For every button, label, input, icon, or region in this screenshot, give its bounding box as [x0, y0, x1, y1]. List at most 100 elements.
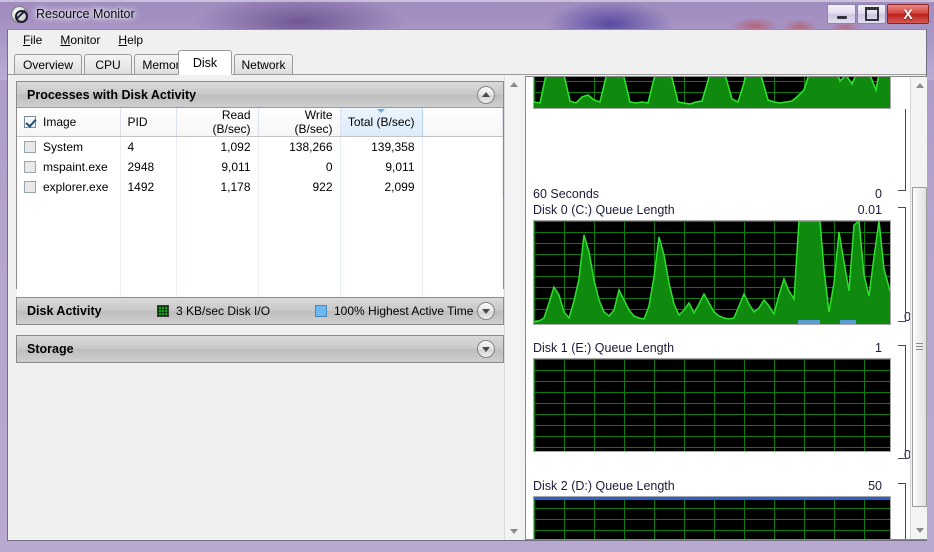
column-header-filler	[422, 108, 503, 137]
graph-title-disk0: Disk 0 (C:) Queue Length	[533, 203, 675, 217]
cell-image: System	[43, 139, 84, 154]
select-all-checkbox[interactable]	[24, 116, 36, 128]
processes-panel-title: Processes with Disk Activity	[27, 87, 197, 102]
column-header-total[interactable]: Total (B/sec)	[339, 108, 423, 137]
cell-image: explorer.exe	[43, 179, 109, 194]
close-icon: X	[903, 6, 913, 22]
row-checkbox[interactable]	[24, 180, 36, 193]
graph-title-disk2: Disk 2 (D:) Queue Length	[533, 479, 675, 493]
highest-active-time-color-swatch	[315, 305, 327, 317]
row-checkbox[interactable]	[24, 140, 36, 153]
row-checkbox[interactable]	[24, 160, 36, 173]
tab-strip: Overview CPU Memory Disk Network	[8, 50, 926, 75]
graph-disk1-queue-length	[533, 358, 891, 452]
disk-activity-panel: Disk Activity 3 KB/sec Disk I/O 100% Hig…	[16, 297, 504, 325]
tab-network[interactable]: Network	[234, 54, 293, 75]
column-header-image[interactable]: Image	[17, 108, 121, 137]
column-header-pid[interactable]: PID	[120, 108, 177, 137]
maximize-button[interactable]	[857, 4, 886, 24]
client-area: File Monitor Help Overview CPU Memory Di…	[7, 29, 927, 541]
menu-item-monitor[interactable]: Monitor	[51, 31, 109, 49]
storage-title: Storage	[27, 342, 74, 356]
graph-axis-60-seconds: 60 Seconds 0	[533, 187, 898, 204]
cell-write: 138,266	[258, 136, 341, 157]
cell-total: 9,011	[340, 156, 423, 177]
cell-pid: 1492	[120, 176, 177, 197]
menu-item-help[interactable]: Help	[109, 31, 152, 49]
sort-descending-icon	[377, 109, 385, 113]
graph-disk-io-top	[533, 77, 891, 109]
chevron-down-icon[interactable]	[477, 340, 495, 358]
disk-activity-header[interactable]: Disk Activity 3 KB/sec Disk I/O 100% Hig…	[17, 298, 503, 324]
graph-max-disk1: 1	[875, 341, 882, 355]
storage-panel: Storage	[16, 335, 504, 363]
window-title: Resource Monitor	[36, 7, 135, 21]
table-row[interactable]: System 4 1,092 138,266 139,358	[17, 136, 503, 157]
close-button[interactable]: X	[887, 4, 929, 24]
cell-filler	[422, 156, 503, 177]
cell-total: 2,099	[340, 176, 423, 197]
column-header-total-label: Total (B/sec)	[347, 115, 415, 129]
table-row[interactable]: mspaint.exe 2948 9,011 0 9,011	[17, 156, 503, 177]
graph-max-disk2: 50	[868, 479, 882, 493]
tab-cpu[interactable]: CPU	[84, 54, 132, 75]
menu-item-file[interactable]: File	[14, 31, 51, 49]
legend-disk-io: 3 KB/sec Disk I/O	[157, 304, 270, 318]
tab-disk[interactable]: Disk	[178, 50, 232, 75]
disk-io-color-swatch	[157, 305, 169, 317]
graph-title-disk1: Disk 1 (E:) Queue Length	[533, 341, 675, 355]
legend-disk-io-label: 3 KB/sec Disk I/O	[176, 304, 271, 318]
scroll-up-arrow-icon[interactable]	[911, 77, 927, 94]
graph-title-row-disk0: Disk 0 (C:) Queue Length 0.01	[533, 203, 898, 220]
graph-title-row-disk1: Disk 1 (E:) Queue Length 1	[533, 341, 898, 358]
resource-monitor-window: Resource Monitor X File Monitor Help Ove…	[0, 0, 934, 552]
resource-monitor-icon	[11, 6, 28, 23]
graph-disk0-waveform	[534, 221, 890, 324]
title-bar[interactable]: Resource Monitor X	[0, 0, 934, 29]
chevron-up-icon[interactable]	[477, 86, 495, 104]
processes-with-disk-activity-panel: Processes with Disk Activity Image PID R…	[16, 81, 504, 307]
axis-min-label-top-graph: 0	[875, 187, 882, 201]
scrollbar-thumb[interactable]	[912, 187, 927, 507]
axis-label-60-seconds: 60 Seconds	[533, 187, 600, 201]
tab-baseline-divider	[8, 74, 926, 75]
bracket-top-graph	[898, 109, 906, 191]
column-header-write[interactable]: Write (B/sec)	[258, 108, 341, 137]
graph-pane: 60 Seconds 0 Disk 0 (C:) Queue Length 0.…	[525, 76, 927, 540]
scroll-down-arrow-icon[interactable]	[505, 523, 522, 540]
minimize-icon	[828, 5, 855, 23]
cell-pid: 4	[120, 136, 177, 157]
cell-pid: 2948	[120, 156, 177, 177]
left-pane-scrollbar[interactable]	[504, 76, 521, 540]
graph-disk-io-waveform	[534, 77, 890, 108]
graph-pane-scrollbar[interactable]	[910, 77, 927, 539]
cell-read: 1,178	[176, 176, 259, 197]
minimize-button[interactable]	[827, 4, 856, 24]
disk-activity-title: Disk Activity	[27, 304, 102, 318]
tab-overview[interactable]: Overview	[14, 54, 82, 75]
chevron-down-icon[interactable]	[477, 302, 495, 320]
table-empty-area	[17, 196, 503, 307]
bracket-disk0	[898, 207, 906, 322]
processes-table: Image PID Read (B/sec) Write (B/sec) Tot…	[17, 108, 503, 197]
scroll-down-arrow-icon[interactable]	[911, 522, 927, 539]
left-pane: Processes with Disk Activity Image PID R…	[9, 76, 522, 540]
graph-disk2-waveform	[534, 497, 890, 540]
storage-header[interactable]: Storage	[17, 336, 503, 362]
scroll-up-arrow-icon[interactable]	[505, 76, 522, 93]
cell-write: 0	[258, 156, 341, 177]
graph-disk0-queue-length	[533, 220, 891, 325]
processes-panel-header[interactable]: Processes with Disk Activity	[17, 82, 503, 108]
column-header-read[interactable]: Read (B/sec)	[176, 108, 259, 137]
cell-filler	[422, 136, 503, 157]
bracket-disk1	[898, 345, 906, 459]
cell-filler	[422, 176, 503, 197]
table-row[interactable]: explorer.exe 1492 1,178 922 2,099	[17, 176, 503, 197]
cell-write: 922	[258, 176, 341, 197]
table-header-row: Image PID Read (B/sec) Write (B/sec) Tot…	[17, 108, 503, 137]
cell-image: mspaint.exe	[43, 159, 108, 174]
column-header-image-label: Image	[43, 115, 77, 129]
graph-grid	[534, 359, 890, 451]
legend-highest-active-time-label: 100% Highest Active Time	[334, 304, 474, 318]
bracket-disk2	[898, 483, 906, 539]
